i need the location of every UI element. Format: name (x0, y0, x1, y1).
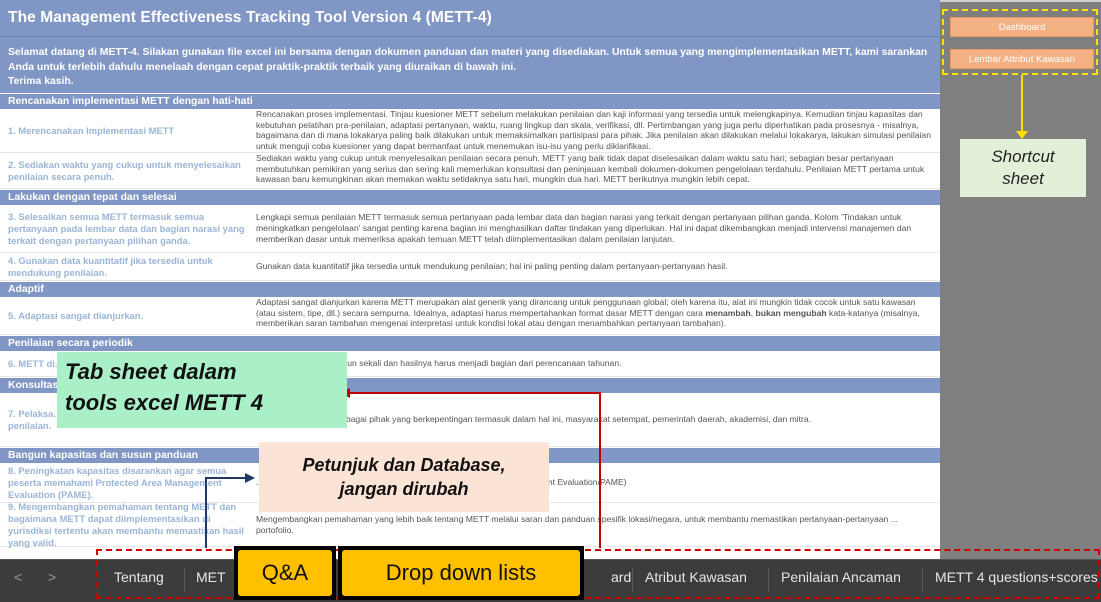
row-description: Sediakan waktu yang cukup untuk menyeles… (256, 153, 925, 185)
section-header: Adaptif (0, 281, 940, 297)
section-header: Rencanakan implementasi METT dengan hati… (0, 93, 940, 109)
row-description-text: Adaptasi sangat dianjurkan karena METT m… (256, 297, 920, 329)
row-label: 9. Mengembangkan pemahaman tentang METT … (8, 500, 245, 548)
dropdown-lists-label: Drop down lists (342, 550, 580, 596)
row-description: ...engan melibatkan berbagai pihak yang … (256, 414, 812, 425)
sheet-title-bar: The Management Effectiveness Tracking To… (0, 0, 940, 37)
tab-next-arrow-icon[interactable]: > (48, 569, 56, 585)
shortcut-sheet-label: Shortcut sheet (991, 147, 1055, 188)
sheet-title: The Management Effectiveness Tracking To… (8, 9, 492, 26)
petunjuk-callout: Petunjuk dan Database, jangan dirubah (259, 442, 549, 512)
section-header: Lakukan dengan tepat dan selesai (0, 189, 940, 205)
row-description: Lengkapi semua penilaian METT termasuk s… (256, 212, 912, 244)
dropdown-lists-tab-highlight[interactable]: Drop down lists (338, 546, 584, 600)
row-label: 3. Selesaikan semua METT termasuk semua … (8, 210, 245, 246)
row-description: ...akukan setiap dua tahun sekali dan ha… (256, 358, 622, 369)
row-label: 4. Gunakan data kuantitatif jika tersedi… (8, 254, 213, 278)
row-description: Gunakan data kuantitatif jika tersedia u… (256, 261, 728, 272)
tab-sheet-label: Tab sheet dalam tools excel METT 4 (65, 359, 264, 415)
arrow-down-icon (1016, 131, 1028, 139)
shortcut-sheet-callout: Shortcut sheet (960, 139, 1086, 197)
dashboard-button[interactable]: Dashboard (950, 17, 1094, 37)
row-label: 5. Adaptasi sangat dianjurkan. (8, 309, 144, 321)
lembar-attribut-kawasan-button[interactable]: Lembar Attribut Kawasan (950, 49, 1094, 69)
section-header: Penilaian secara periodik (0, 335, 940, 351)
table-row: 1. Merencanakan Implementasi METT Rencan… (0, 109, 940, 153)
welcome-text: Selamat datang di METT-4. Silakan gunaka… (0, 37, 940, 93)
table-row: 2. Sediakan waktu yang cukup untuk menye… (0, 153, 940, 189)
shortcut-connector-line (1021, 75, 1023, 133)
row-description: Rencanakan proses implementasi. Tinjau k… (256, 109, 931, 152)
tab-prev-arrow-icon[interactable]: < (14, 569, 22, 585)
table-row: 3. Selesaikan semua METT termasuk semua … (0, 205, 940, 253)
petunjuk-label: Petunjuk dan Database, jangan dirubah (302, 455, 506, 499)
qa-label: Q&A (238, 550, 332, 596)
welcome-message: Selamat datang di METT-4. Silakan gunaka… (8, 47, 928, 87)
tab-sheet-callout: Tab sheet dalam tools excel METT 4 (57, 352, 347, 428)
row-label: 2. Sediakan waktu yang cukup untuk menye… (8, 158, 241, 182)
table-row: 5. Adaptasi sangat dianjurkan. Adaptasi … (0, 297, 940, 335)
row-label: 8. Peningkatan kapasitas disarankan agar… (8, 464, 227, 500)
row-label: 1. Merencanakan Implementasi METT (8, 124, 175, 136)
panel-gridline (940, 0, 1101, 2)
table-row: 4. Gunakan data kuantitatif jika tersedi… (0, 253, 940, 281)
qa-tab-highlight[interactable]: Q&A (234, 546, 336, 600)
row-description: Adaptasi sangat dianjurkan karena METT m… (250, 297, 940, 334)
